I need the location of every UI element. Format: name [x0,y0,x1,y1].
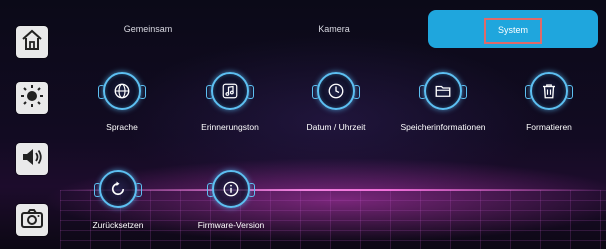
volume-icon [20,145,44,174]
sidebar [0,0,58,249]
sidebar-item-camera[interactable] [16,204,48,236]
menu-item-reset[interactable]: Zurücksetzen [63,170,173,230]
menu-item-label: Zurücksetzen [92,220,144,230]
sidebar-item-home[interactable] [16,26,48,58]
menu-item-label: Sprache [106,122,138,132]
clock-icon [312,72,360,110]
menu-item-label: Firmware-Version [197,220,265,230]
menu-item-firmware-version[interactable]: Firmware-Version [176,170,286,230]
info-icon [207,170,255,208]
folder-icon [419,72,467,110]
tab-kamera[interactable]: Kamera [246,10,422,48]
camera-icon [20,206,44,235]
globe-icon [98,72,146,110]
home-icon [20,28,44,57]
tab-system[interactable]: System [428,10,598,48]
music-note-icon [206,72,254,110]
menu-item-storage-info[interactable]: Speicherinformationen [388,72,498,132]
menu-item-label: Erinnerungston [201,122,259,132]
reset-icon [94,170,142,208]
tab-gemeinsam[interactable]: Gemeinsam [60,10,236,48]
menu-item-format[interactable]: Formatieren [494,72,604,132]
menu-item-date-time[interactable]: Datum / Uhrzeit [281,72,391,132]
menu-item-language[interactable]: Sprache [67,72,177,132]
menu-item-label: Datum / Uhrzeit [306,122,366,132]
top-tabs: Gemeinsam Kamera System [60,0,606,48]
trash-icon [525,72,573,110]
sidebar-item-brightness[interactable] [16,82,48,114]
menu-item-reminder-tone[interactable]: Erinnerungston [175,72,285,132]
tab-label: Gemeinsam [123,24,173,34]
tab-label: Kamera [318,24,350,34]
menu-item-label: Speicherinformationen [400,122,486,132]
sidebar-item-volume[interactable] [16,143,48,175]
tab-label: System [483,18,542,44]
brightness-icon [20,84,44,113]
menu-item-label: Formatieren [526,122,572,132]
